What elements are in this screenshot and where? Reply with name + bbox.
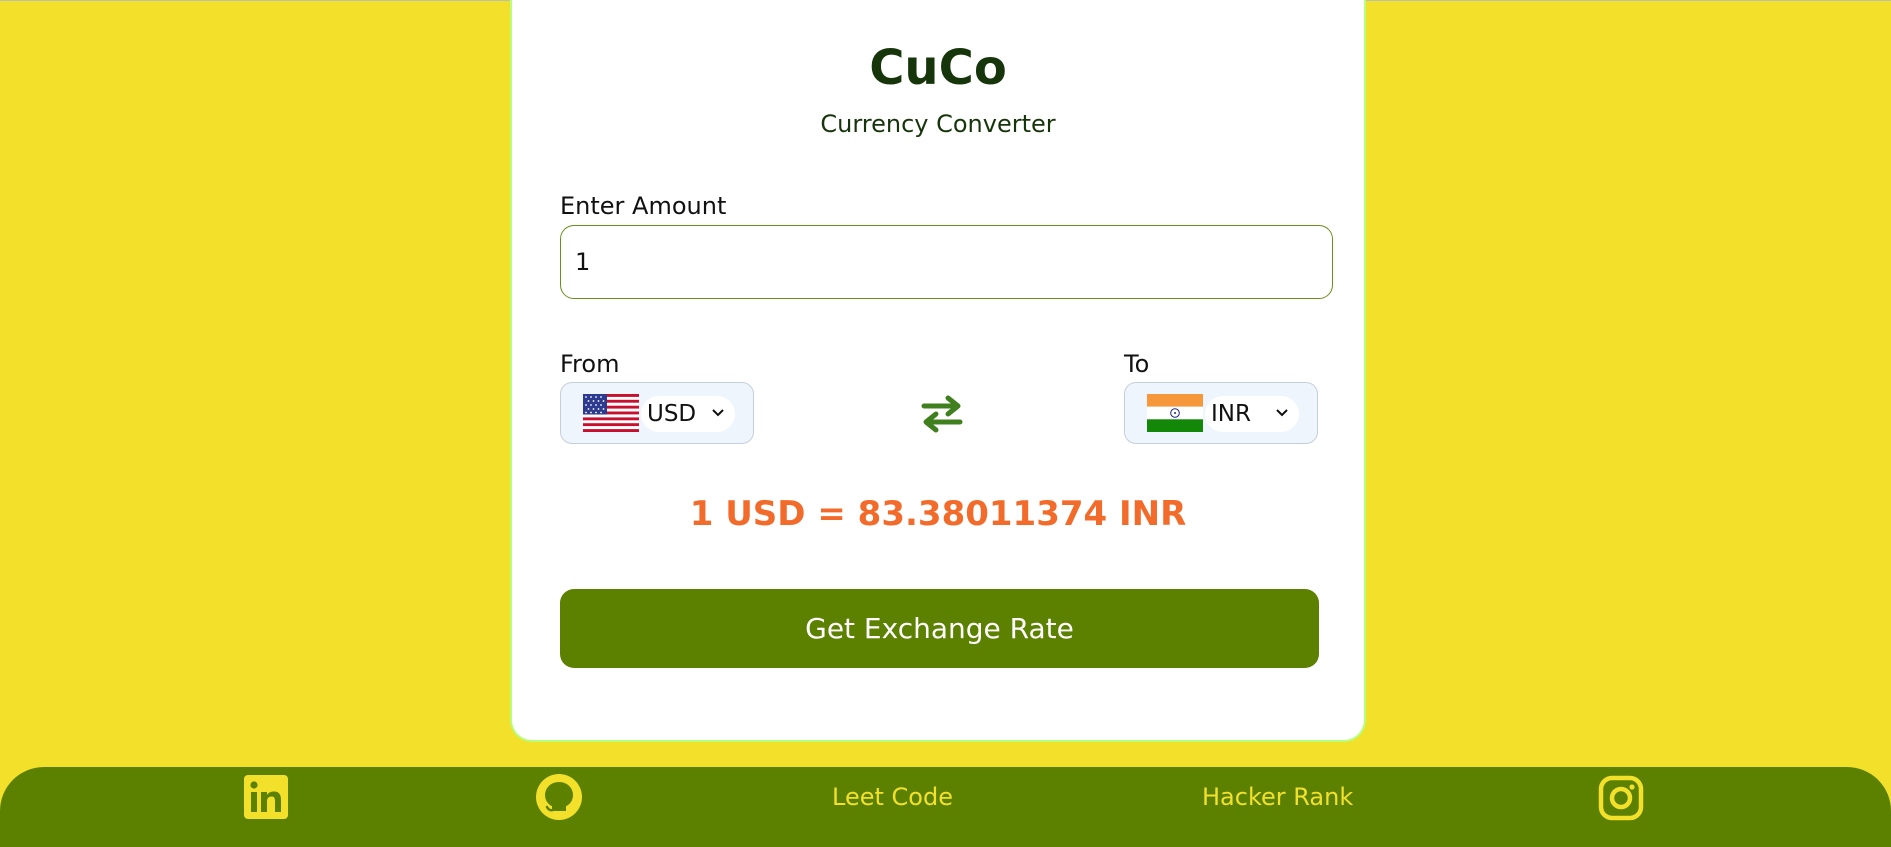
chevron-down-icon [712, 409, 724, 417]
exchange-rate-result: 1 USD = 83.38011374 INR [689, 494, 1187, 534]
instagram-icon[interactable] [1598, 775, 1644, 821]
amount-label: Enter Amount [560, 192, 727, 220]
chevron-down-icon [1276, 409, 1288, 417]
hackerrank-link[interactable]: Hacker Rank [1202, 783, 1353, 811]
leetcode-link[interactable]: Leet Code [832, 783, 953, 811]
us-flag-icon [583, 394, 639, 432]
app-subtitle: Currency Converter [820, 110, 1056, 138]
github-icon[interactable] [535, 773, 583, 821]
footer-bar: Leet Code Hacker Rank [0, 767, 1891, 847]
from-label: From [560, 350, 620, 378]
amount-input[interactable] [560, 225, 1333, 299]
to-currency-select[interactable]: INR [1124, 382, 1318, 444]
get-exchange-rate-button[interactable]: Get Exchange Rate [560, 589, 1319, 668]
to-currency-value: INR [1211, 401, 1251, 427]
from-currency-value: USD [647, 401, 697, 427]
india-flag-icon [1147, 394, 1203, 432]
to-currency-dropdown[interactable]: INR [1205, 396, 1299, 432]
from-currency-dropdown[interactable]: USD [641, 396, 735, 432]
from-currency-select[interactable]: USD [560, 382, 754, 444]
swap-arrows-icon[interactable] [918, 390, 966, 438]
to-label: To [1124, 350, 1150, 378]
linkedin-icon[interactable] [244, 775, 288, 819]
converter-card: CuCo Currency Converter Enter Amount Fro… [510, 0, 1366, 742]
app-title: CuCo [869, 40, 1007, 96]
